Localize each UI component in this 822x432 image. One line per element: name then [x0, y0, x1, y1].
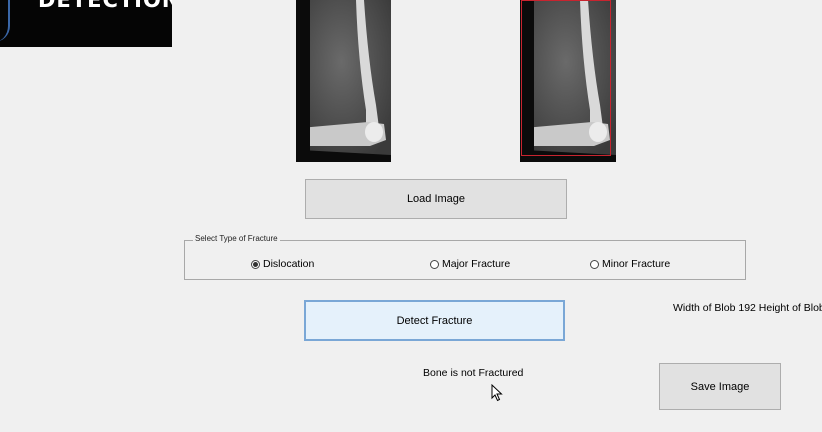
result-label: Bone is not Fractured — [423, 367, 524, 379]
logo-curve-graphic — [0, 0, 10, 42]
mouse-cursor-icon — [491, 384, 503, 402]
radio-unchecked-icon — [590, 259, 599, 269]
radio-label: Minor Fracture — [602, 258, 671, 270]
original-xray-image — [296, 0, 391, 162]
radio-dislocation[interactable]: Dislocation — [251, 258, 314, 270]
app-logo: DETECTION — [0, 0, 172, 47]
logo-text: DETECTION — [38, 0, 172, 12]
radio-label: Dislocation — [263, 258, 315, 270]
detection-bounding-box — [521, 0, 611, 156]
radio-unchecked-icon — [430, 259, 439, 269]
blob-dimensions-label: Width of Blob 192 Height of Blob 3 — [673, 302, 822, 314]
fracture-type-groupbox: Select Type of Fracture Dislocation Majo… — [184, 234, 746, 280]
save-image-button[interactable]: Save Image — [659, 363, 781, 410]
groupbox-title: Select Type of Fracture — [193, 234, 280, 243]
detect-fracture-button[interactable]: Detect Fracture — [304, 300, 565, 341]
radio-label: Major Fracture — [442, 258, 511, 270]
processed-xray-image — [520, 0, 616, 162]
load-image-button[interactable]: Load Image — [305, 179, 567, 219]
radio-major-fracture[interactable]: Major Fracture — [430, 258, 510, 270]
radio-minor-fracture[interactable]: Minor Fracture — [590, 258, 670, 270]
radio-checked-icon — [251, 259, 260, 269]
